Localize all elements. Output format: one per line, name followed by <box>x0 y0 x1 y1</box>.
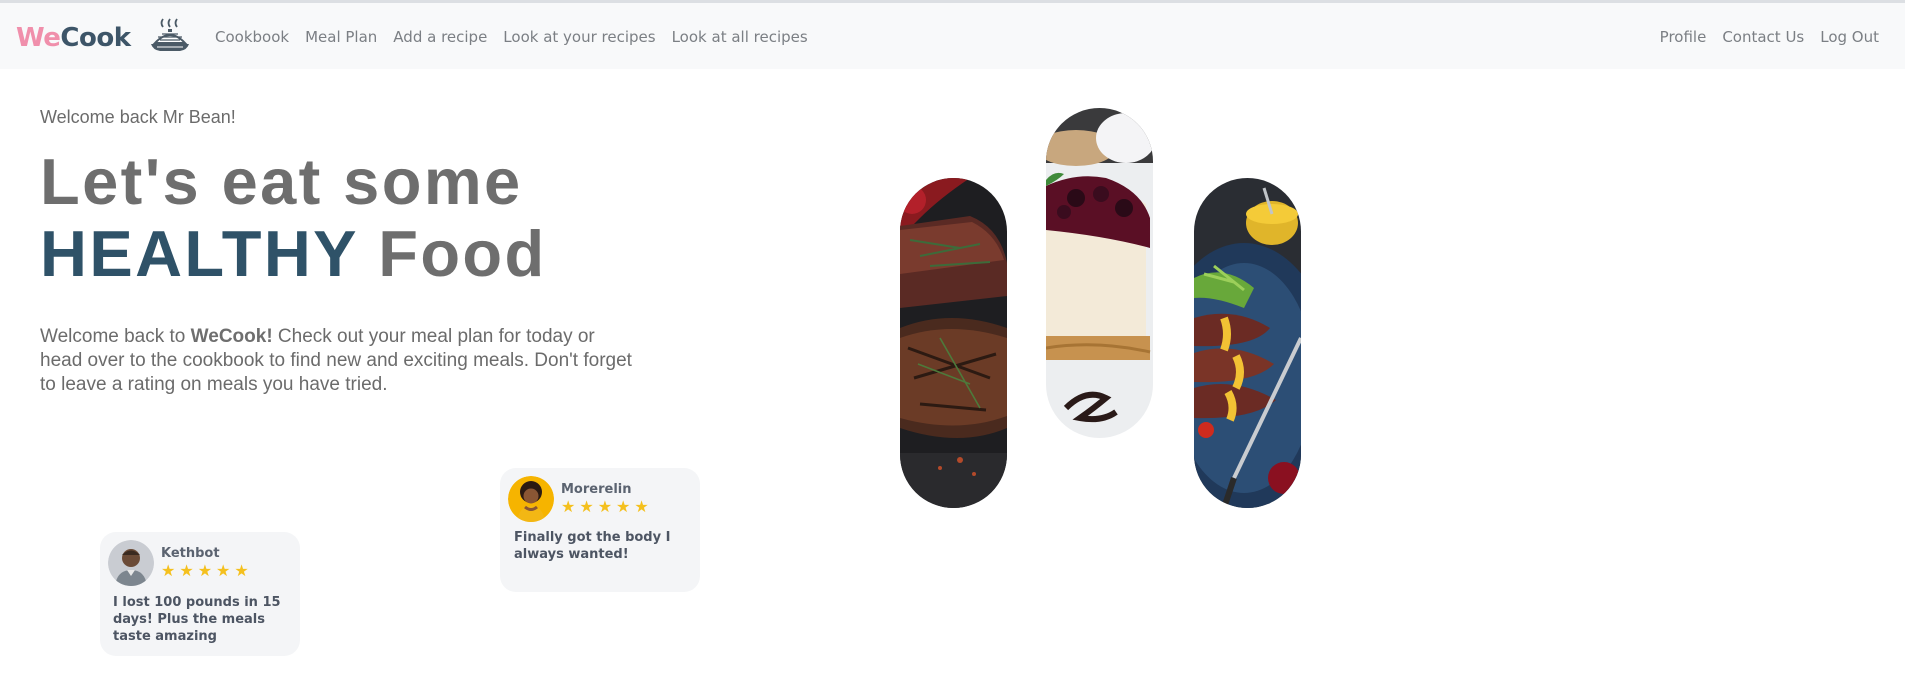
star-icon: ★ <box>579 497 594 516</box>
star-icon: ★ <box>179 561 194 580</box>
avatar <box>508 476 554 522</box>
reviewer-name: Morerelin <box>561 482 632 497</box>
nav-log-out[interactable]: Log Out <box>1820 28 1879 46</box>
cooking-pot-icon <box>151 18 189 51</box>
star-rating: ★ ★ ★ ★ ★ <box>161 563 249 579</box>
review-text: Finally got the body I always wanted! <box>514 530 671 562</box>
welcome-message: Welcome back Mr Bean! <box>40 107 236 127</box>
navbar: WeCook Cookbook Meal Plan Add a recipe L… <box>0 3 1905 69</box>
star-icon: ★ <box>561 497 576 516</box>
intro-brand: WeCook! <box>190 326 273 347</box>
duck-breast-image <box>1194 178 1301 508</box>
review-card: Kethbot ★ ★ ★ ★ ★ I lost 100 pounds in 1… <box>100 532 300 656</box>
brand-logo-text[interactable]: WeCook <box>16 23 131 53</box>
star-icon: ★ <box>634 497 649 516</box>
headline-line-1: Let's eat some <box>40 145 523 218</box>
nav-all-recipes[interactable]: Look at all recipes <box>672 28 808 46</box>
star-icon: ★ <box>234 561 249 580</box>
hero-headline: Let's eat some HEALTHY Food <box>40 146 547 290</box>
brand-cook: Cook <box>60 23 131 53</box>
reviewer-name: Kethbot <box>161 546 220 561</box>
main-nav: Cookbook Meal Plan Add a recipe Look at … <box>215 28 808 46</box>
star-icon: ★ <box>597 497 613 516</box>
star-icon: ★ <box>616 497 631 516</box>
intro-prefix: Welcome back to <box>40 326 191 347</box>
star-icon: ★ <box>197 561 213 580</box>
brand-we: We <box>16 23 61 53</box>
nav-your-recipes[interactable]: Look at your recipes <box>503 28 655 46</box>
nav-cookbook[interactable]: Cookbook <box>215 28 289 46</box>
nav-contact-us[interactable]: Contact Us <box>1722 28 1804 46</box>
headline-rest: Food <box>357 217 547 290</box>
avatar <box>108 540 154 586</box>
star-rating: ★ ★ ★ ★ ★ <box>561 499 649 515</box>
review-text: I lost 100 pounds in 15 days! Plus the m… <box>113 595 281 644</box>
headline-highlight: HEALTHY <box>40 217 358 290</box>
review-card: Morerelin ★ ★ ★ ★ ★ Finally got the body… <box>500 468 700 592</box>
nav-add-recipe[interactable]: Add a recipe <box>393 28 487 46</box>
star-icon: ★ <box>161 561 176 580</box>
account-nav: Profile Contact Us Log Out <box>1660 28 1879 46</box>
cheesecake-image <box>1046 108 1153 438</box>
steak-image <box>900 178 1007 508</box>
nav-meal-plan[interactable]: Meal Plan <box>305 28 377 46</box>
star-icon: ★ <box>216 561 231 580</box>
hero-intro: Welcome back to WeCook! Check out your m… <box>40 325 640 397</box>
nav-profile[interactable]: Profile <box>1660 28 1707 46</box>
